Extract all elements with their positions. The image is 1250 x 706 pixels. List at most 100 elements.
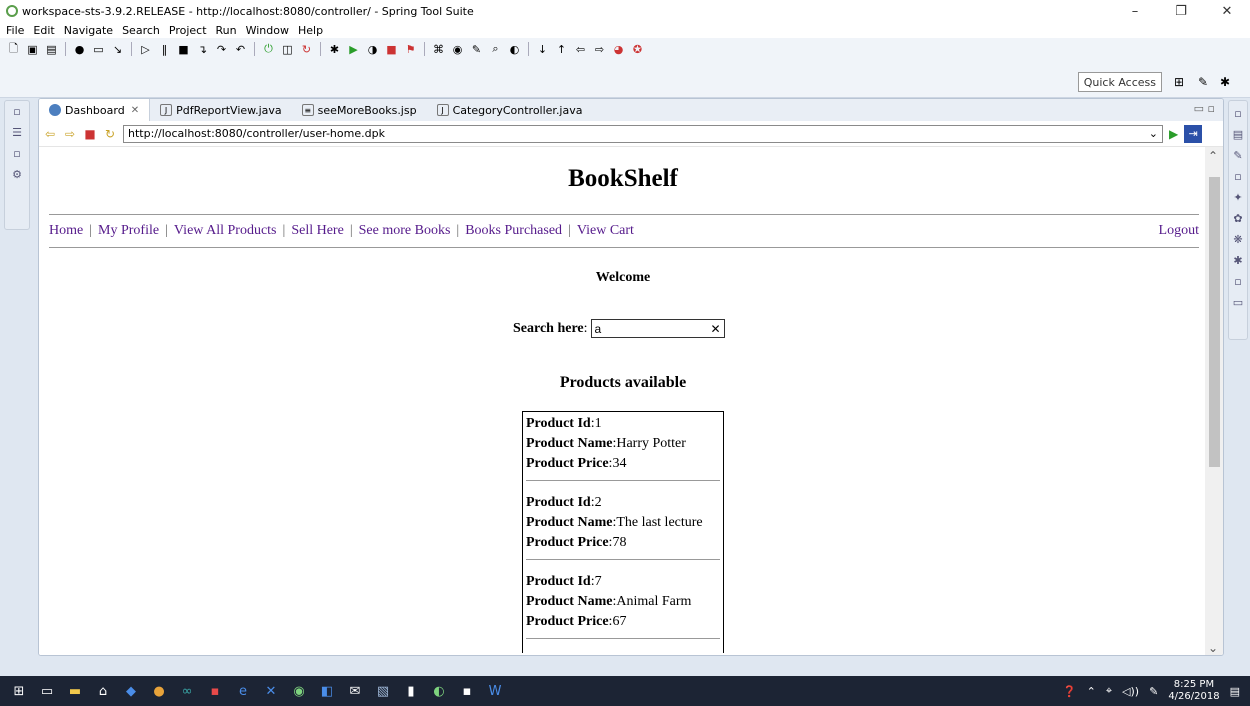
- vscode-icon[interactable]: ✕: [262, 682, 280, 700]
- restore-view-icon[interactable]: ▫: [13, 105, 20, 118]
- chevron-down-icon[interactable]: ⌄: [1149, 127, 1158, 140]
- edge-icon[interactable]: e: [234, 682, 252, 700]
- spring-start-icon[interactable]: ⏻: [261, 42, 276, 56]
- step-return-icon[interactable]: ↶: [233, 42, 248, 56]
- new-icon[interactable]: 🗋: [6, 42, 21, 56]
- refresh-icon[interactable]: ↻: [299, 42, 314, 56]
- nav-link-my-profile[interactable]: My Profile: [98, 223, 159, 239]
- debug-perspective-icon[interactable]: ✱: [1216, 73, 1234, 91]
- menu-navigate[interactable]: Navigate: [64, 24, 113, 37]
- nav-link-see-more-books[interactable]: See more Books: [359, 223, 451, 239]
- restore-view-icon[interactable]: ▫: [13, 147, 20, 160]
- url-input[interactable]: http://localhost:8080/controller/user-ho…: [123, 124, 1163, 143]
- store-icon[interactable]: ⌂: [94, 682, 112, 700]
- forward-icon[interactable]: ⇨: [63, 127, 77, 141]
- spring-perspective-icon[interactable]: ✎: [1194, 73, 1212, 91]
- tab-seemorebooks[interactable]: ≡ seeMoreBooks.jsp: [292, 99, 427, 121]
- beans-icon[interactable]: ✿: [1233, 212, 1242, 225]
- stop-icon[interactable]: ■: [83, 127, 97, 141]
- app-icon[interactable]: ◉: [290, 682, 308, 700]
- console-view-icon[interactable]: ▭: [1233, 296, 1243, 309]
- next-annotation-icon[interactable]: ↓: [535, 42, 550, 56]
- nav-link-home[interactable]: Home: [49, 223, 83, 239]
- chevron-up-icon[interactable]: ⌃: [1087, 685, 1096, 698]
- clock[interactable]: 8:25 PM 4/26/2018: [1168, 679, 1219, 703]
- save-all-icon[interactable]: ▤: [44, 42, 59, 56]
- tab-pdfreportview[interactable]: J PdfReportView.java: [150, 99, 292, 121]
- package-explorer-icon[interactable]: ☰: [12, 126, 22, 139]
- run-icon[interactable]: ▶: [346, 42, 361, 56]
- volume-icon[interactable]: ◁)): [1122, 685, 1139, 698]
- resume-icon[interactable]: ▷: [138, 42, 153, 56]
- restore-button[interactable]: ❐: [1158, 0, 1204, 22]
- clear-icon[interactable]: ✕: [710, 322, 720, 336]
- windows-start-icon[interactable]: ⊞: [10, 682, 28, 700]
- step-into-icon[interactable]: ↴: [195, 42, 210, 56]
- word-icon[interactable]: W: [486, 682, 504, 700]
- terminate-icon[interactable]: ■: [176, 42, 191, 56]
- nav-link-sell-here[interactable]: Sell Here: [291, 223, 343, 239]
- help-icon[interactable]: ❓: [1063, 685, 1077, 698]
- restore-view-icon[interactable]: ▫: [1234, 170, 1241, 183]
- nav-link-view-all-products[interactable]: View All Products: [174, 223, 277, 239]
- coverage-icon[interactable]: ◑: [365, 42, 380, 56]
- refresh-icon[interactable]: ↻: [103, 127, 117, 141]
- new-class-icon[interactable]: ◉: [450, 42, 465, 56]
- task-list-icon[interactable]: ▤: [1233, 128, 1243, 141]
- dropbox-icon[interactable]: ◆: [122, 682, 140, 700]
- nav-link-view-cart[interactable]: View Cart: [577, 223, 634, 239]
- spring-sts-icon[interactable]: ◐: [430, 682, 448, 700]
- debug-skip-icon[interactable]: ●: [72, 42, 87, 56]
- boot-icon[interactable]: ◕: [611, 42, 626, 56]
- servers-icon[interactable]: ⚙: [12, 168, 22, 181]
- notes-icon[interactable]: ▮: [402, 682, 420, 700]
- suspend-icon[interactable]: ‖: [157, 42, 172, 56]
- menu-window[interactable]: Window: [246, 24, 289, 37]
- network-icon[interactable]: ⌖: [1106, 684, 1112, 698]
- spring-icon[interactable]: ✪: [630, 42, 645, 56]
- nav-link-books-purchased[interactable]: Books Purchased: [465, 223, 562, 239]
- debug-icon[interactable]: ✱: [327, 42, 342, 56]
- menu-edit[interactable]: Edit: [33, 24, 54, 37]
- app-icon[interactable]: ▪: [458, 682, 476, 700]
- prev-annotation-icon[interactable]: ↑: [554, 42, 569, 56]
- logout-link[interactable]: Logout: [1159, 223, 1199, 239]
- menu-run[interactable]: Run: [216, 24, 237, 37]
- back-icon[interactable]: ⇦: [43, 127, 57, 141]
- tab-dashboard[interactable]: Dashboard ✕: [39, 99, 151, 121]
- restore-view-icon[interactable]: ▫: [1234, 275, 1241, 288]
- search-input[interactable]: a ✕: [590, 319, 725, 338]
- spring-explorer-icon[interactable]: ✎: [1233, 149, 1242, 162]
- step-over-icon[interactable]: ↷: [214, 42, 229, 56]
- outline-icon[interactable]: ✦: [1233, 191, 1242, 204]
- vertical-scrollbar[interactable]: ⌃ ⌄: [1205, 147, 1223, 655]
- menu-file[interactable]: File: [6, 24, 24, 37]
- save-icon[interactable]: ▣: [25, 42, 40, 56]
- app-icon[interactable]: ▪: [206, 682, 224, 700]
- forward-icon[interactable]: ⇨: [592, 42, 607, 56]
- mail-icon[interactable]: ✉: [346, 682, 364, 700]
- back-icon[interactable]: ⇦: [573, 42, 588, 56]
- app-icon[interactable]: ▧: [374, 682, 392, 700]
- open-external-icon[interactable]: ⇥: [1184, 124, 1203, 143]
- close-tab-icon[interactable]: ✕: [131, 105, 139, 116]
- chrome-icon[interactable]: ●: [150, 682, 168, 700]
- search-tool-icon[interactable]: ⌕: [488, 42, 503, 56]
- open-type-icon[interactable]: ✎: [469, 42, 484, 56]
- external-tools-icon[interactable]: ⚑: [403, 42, 418, 56]
- box-icon[interactable]: ◧: [318, 682, 336, 700]
- tab-categorycontroller[interactable]: J CategoryController.java: [427, 99, 593, 121]
- open-perspective-icon[interactable]: ⊞: [1170, 73, 1188, 91]
- scroll-down-icon[interactable]: ⌄: [1208, 641, 1218, 655]
- web-browser-icon[interactable]: ◫: [280, 42, 295, 56]
- open-task-icon[interactable]: ◐: [507, 42, 522, 56]
- scroll-up-icon[interactable]: ⌃: [1208, 149, 1218, 163]
- menu-project[interactable]: Project: [169, 24, 207, 37]
- minimize-button[interactable]: –: [1112, 0, 1158, 22]
- pen-icon[interactable]: ✎: [1149, 685, 1158, 698]
- boot-dashboard-icon[interactable]: ✱: [1233, 254, 1242, 267]
- arduino-icon[interactable]: ∞: [178, 682, 196, 700]
- menu-search[interactable]: Search: [122, 24, 160, 37]
- go-icon[interactable]: ▶: [1169, 127, 1178, 141]
- gradle-icon[interactable]: ❋: [1233, 233, 1242, 246]
